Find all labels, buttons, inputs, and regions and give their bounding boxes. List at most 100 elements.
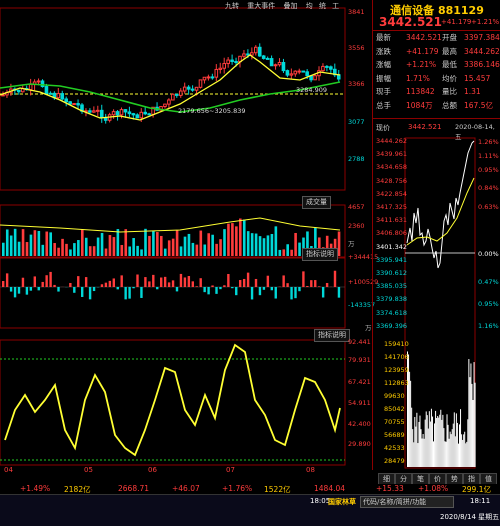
- candle-body: [251, 53, 254, 55]
- market-summary-bar: +1.49% 2182亿 2668.71 +46.07 +1.76% 1522亿…: [0, 484, 500, 494]
- candle-body: [258, 47, 261, 56]
- intraday-volume-bar: [416, 413, 417, 467]
- intraday-volume-bar: [445, 442, 446, 467]
- intraday-volume-bar: [460, 409, 461, 467]
- price-axis-tick: 3366: [348, 80, 365, 88]
- chart-area[interactable]: [0, 0, 372, 470]
- candle-body: [203, 77, 206, 80]
- indicator1-bar: [227, 274, 229, 287]
- indicator1-bar: [168, 282, 170, 287]
- market-stat: 2668.71: [118, 484, 149, 493]
- intraday-volume-bar: [411, 408, 412, 467]
- intraday-volume-bar: [459, 424, 460, 467]
- volume-bar: [85, 238, 88, 256]
- intraday-volume-bar: [441, 420, 442, 467]
- volume-bar: [144, 229, 147, 256]
- quote-value: 1.31: [464, 86, 481, 97]
- candle-body: [148, 114, 151, 115]
- indicator1-bar: [148, 281, 150, 287]
- volume-bar: [121, 245, 124, 256]
- volume-bar: [97, 238, 100, 256]
- indicator1-bar: [172, 280, 174, 287]
- indicator1-bar: [152, 275, 154, 287]
- candle-body: [207, 77, 210, 78]
- volume-bar: [207, 233, 210, 256]
- clock-time: 18:11: [470, 497, 490, 505]
- indicator1-bar: [310, 280, 312, 287]
- toolbar-item-stats[interactable]: 统: [319, 2, 326, 10]
- ma-value-label: 3284.909: [296, 86, 327, 94]
- intraday-volume-bar: [428, 429, 429, 467]
- candle-body: [247, 54, 250, 55]
- search-input[interactable]: 代码/名称/简拼/功能: [360, 496, 454, 508]
- intraday-volume-bar: [462, 440, 463, 467]
- volume-bar: [57, 248, 60, 256]
- toolbar-item-events[interactable]: 重大事件: [247, 2, 275, 10]
- status-ticker[interactable]: 国家林草: [328, 497, 356, 507]
- intraday-volume-bar: [471, 384, 472, 467]
- candle-body: [262, 56, 265, 58]
- toolbar-item-overlay[interactable]: 叠加: [283, 2, 297, 10]
- price-axis-tick: 3841: [348, 8, 365, 16]
- indicator1-help-button[interactable]: 指标说明: [302, 248, 338, 261]
- candle-body: [278, 63, 281, 65]
- volume-bar: [290, 250, 293, 256]
- candle-body: [191, 89, 194, 90]
- kline-chart[interactable]: [0, 0, 372, 470]
- indicator1-bar: [22, 278, 24, 287]
- intraday-left-tick: 3434.658: [376, 163, 407, 171]
- volume-bar: [231, 223, 234, 256]
- quote-row: 涨跌+41.179最高3444.262: [376, 46, 498, 57]
- intraday-volume-bar: [443, 428, 444, 467]
- indicator2-help-button[interactable]: 指标说明: [314, 329, 350, 342]
- indicator1-bar: [239, 280, 241, 287]
- indicator1-bar: [136, 275, 138, 287]
- toolbar-item-avg[interactable]: 均: [306, 2, 313, 10]
- quote-divider: [372, 30, 500, 31]
- indicator1-bar: [69, 283, 71, 287]
- candle-body: [270, 59, 273, 66]
- indicator1-bar: [302, 271, 304, 287]
- volume-bar: [203, 245, 206, 256]
- indicator1-bar: [30, 287, 32, 291]
- indicator1-bar: [26, 287, 28, 295]
- price-axis-tick: 2788: [348, 155, 365, 163]
- candle-body: [65, 99, 68, 102]
- candle-body: [57, 94, 60, 98]
- candle-body: [183, 87, 186, 91]
- volume-bar: [239, 219, 242, 256]
- intraday-volume-tick: 123959: [384, 366, 409, 374]
- quote-label: 量比: [442, 86, 457, 97]
- indicator1-bar: [105, 283, 107, 287]
- volume-bar: [338, 232, 341, 256]
- quote-label: 现手: [376, 86, 391, 97]
- volume-bar: [200, 231, 203, 256]
- intraday-right-tick: 1.11%: [478, 152, 499, 160]
- intraday-volume-bar: [454, 412, 455, 467]
- indicator1-bar: [49, 272, 51, 287]
- quote-row: 最新3442.521开盘3397.384: [376, 32, 498, 43]
- intraday-volume-bar: [417, 443, 418, 467]
- indicator1-bar: [235, 287, 237, 295]
- volume-bar: [243, 220, 246, 256]
- indicator1-bar: [14, 287, 16, 297]
- toolbar-item-tools[interactable]: 工: [332, 2, 339, 10]
- volume-panel-button[interactable]: 成交量: [302, 196, 331, 209]
- indicator2-axis-tick: 54.911: [348, 399, 371, 407]
- volume-bar: [45, 232, 48, 256]
- indicator1-bar: [93, 287, 95, 291]
- indicator1-bar: [203, 287, 205, 292]
- quote-value: 15.457: [464, 73, 490, 84]
- volume-bar: [109, 235, 112, 256]
- volume-bar: [263, 238, 266, 256]
- indicator1-bar: [298, 287, 300, 291]
- indicator1-bar: [38, 287, 40, 290]
- volume-bar: [113, 237, 116, 256]
- toolbar-item-jiuzhuan[interactable]: 九转: [225, 2, 239, 10]
- volume-bar: [18, 242, 21, 256]
- volume-bar: [38, 231, 41, 256]
- intraday-volume-bar: [413, 442, 414, 467]
- indicator1-bar: [294, 287, 296, 298]
- intraday-volume-bar: [466, 442, 467, 467]
- intraday-volume-bar: [435, 411, 436, 467]
